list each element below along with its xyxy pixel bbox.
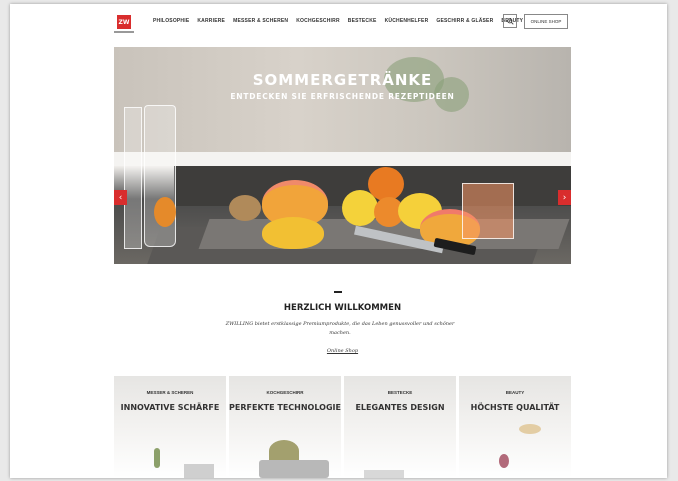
hero-prev-button[interactable]: ‹: [114, 190, 127, 205]
category-card-messer[interactable]: MESSER & SCHEREN INNOVATIVE SCHÄRFE: [114, 376, 226, 478]
card-cutlery-deco: [364, 470, 404, 478]
chevron-right-icon: ›: [562, 192, 567, 203]
browser-page: ZW PHILOSOPHIE KARRIERE MESSER & SCHEREN…: [10, 4, 667, 478]
nav-item-kuechenhelfer[interactable]: KÜCHENHELFER: [385, 18, 429, 24]
hero-orange: [368, 167, 404, 201]
card-herbs-deco: [269, 440, 299, 462]
welcome-text: ZWILLING bietet erstklassige Premiumprod…: [225, 321, 455, 336]
card-category: KOCHGESCHIRR: [266, 390, 304, 395]
card-flower-deco: [499, 454, 509, 468]
hero-juice-glass: [462, 183, 514, 239]
card-pot-deco: [259, 460, 329, 478]
card-block-deco: [184, 464, 214, 478]
search-icon: [506, 17, 514, 25]
nav-item-messer-scheren[interactable]: MESSER & SCHEREN: [233, 18, 288, 24]
brand-logo-underline: [114, 31, 134, 33]
hero-title: SOMMERGETRÄNKE: [252, 71, 433, 89]
card-title: HÖCHSTE QUALITÄT: [470, 403, 560, 412]
nav-item-philosophie[interactable]: PHILOSOPHIE: [153, 18, 189, 24]
welcome-title: HERZLICH WILLKOMMEN: [283, 303, 402, 313]
nav-item-kochgeschirr[interactable]: KOCHGESCHIRR: [296, 18, 340, 24]
category-card-kochgeschirr[interactable]: KOCHGESCHIRR PERFEKTE TECHNOLOGIE: [229, 376, 341, 478]
hero-next-button[interactable]: ›: [558, 190, 571, 205]
card-bread-deco: [519, 424, 541, 434]
hero-counter: [114, 152, 571, 166]
hero-juicer: [229, 195, 261, 221]
nav-item-karriere[interactable]: KARRIERE: [197, 18, 225, 24]
hero-oranges-jar: [154, 197, 176, 227]
brand-logo[interactable]: ZW: [117, 15, 131, 29]
nav-item-bestecke[interactable]: BESTECKE: [348, 18, 377, 24]
card-plant-deco: [154, 448, 160, 468]
card-category: BEAUTY: [505, 390, 525, 395]
online-shop-button[interactable]: ONLINE SHOP: [524, 14, 568, 29]
nav-item-geschirr-glaeser[interactable]: GESCHIRR & GLÄSER: [436, 18, 493, 24]
category-card-beauty[interactable]: BEAUTY HÖCHSTE QUALITÄT: [459, 376, 571, 478]
main-nav: PHILOSOPHIE KARRIERE MESSER & SCHEREN KO…: [153, 18, 523, 24]
welcome-divider: [334, 291, 342, 293]
chevron-left-icon: ‹: [118, 192, 123, 203]
online-shop-link[interactable]: Online Shop: [114, 348, 571, 354]
hero-grapefruit-half-2: [262, 217, 324, 249]
hero-slider[interactable]: SOMMERGETRÄNKE ENTDECKEN SIE ERFRISCHEND…: [114, 47, 571, 264]
card-title: ELEGANTES DESIGN: [355, 403, 445, 412]
card-title: PERFEKTE TECHNOLOGIE: [229, 403, 341, 412]
hero-wall-bg: [114, 47, 571, 157]
card-category: BESTECKE: [387, 390, 413, 395]
category-card-bestecke[interactable]: BESTECKE ELEGANTES DESIGN: [344, 376, 456, 478]
category-cards: MESSER & SCHEREN INNOVATIVE SCHÄRFE KOCH…: [114, 376, 571, 478]
top-navigation: ZW PHILOSOPHIE KARRIERE MESSER & SCHEREN…: [10, 4, 667, 42]
search-button[interactable]: [503, 14, 517, 28]
hero-subtitle[interactable]: ENTDECKEN SIE ERFRISCHENDE REZEPTIDEEN: [114, 92, 571, 101]
card-category: MESSER & SCHEREN: [146, 390, 194, 395]
hero-carafe: [124, 107, 142, 249]
card-title: INNOVATIVE SCHÄRFE: [120, 403, 220, 412]
